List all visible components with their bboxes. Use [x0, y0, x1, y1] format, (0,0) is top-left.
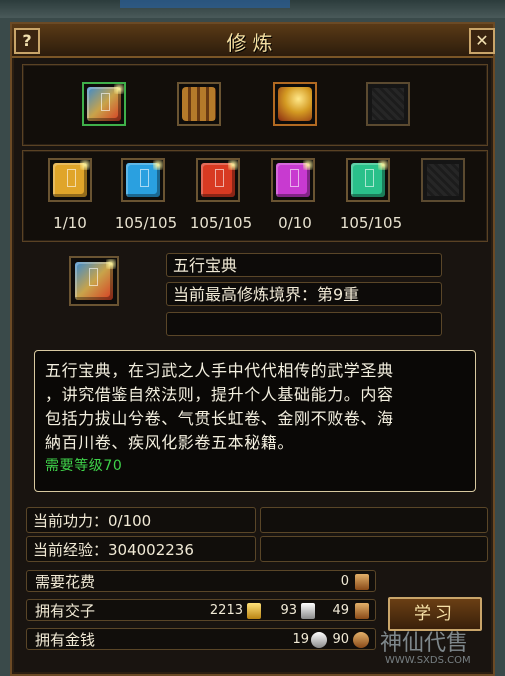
- jiaozi-gold-value: 2213: [209, 603, 243, 618]
- description-line-3: 包括力拔山兮卷、气贯长虹卷、金刚不败卷、海: [45, 409, 394, 428]
- category-slot-3[interactable]: [273, 82, 317, 126]
- skill-count-2: 105/105: [114, 214, 178, 232]
- cost-value: 0: [340, 574, 349, 589]
- skill-count-5: 105/105: [339, 214, 403, 232]
- skill-name-field: 五行宝典: [166, 253, 442, 277]
- current-exp: 当前经验：304002236: [26, 536, 256, 562]
- selected-skill-slot: [69, 256, 119, 306]
- copper-ingot-icon: [355, 603, 369, 619]
- red-book-icon: [201, 160, 238, 197]
- watermark-url: WWW.SXDS.COM: [385, 655, 471, 666]
- level-requirement: 需要等级70: [45, 458, 123, 474]
- cost-label: 需要花费: [35, 573, 96, 591]
- purple-book-icon: [276, 160, 313, 197]
- copper-coin-icon: [353, 632, 369, 648]
- current-power: 当前功力：0/100: [26, 507, 256, 533]
- category-slot-1[interactable]: [82, 82, 126, 126]
- money-silver-value: 90: [332, 632, 349, 647]
- close-button[interactable]: ✕: [469, 28, 495, 54]
- treasure-chest-icon: [278, 87, 312, 121]
- money-label: 拥有金钱: [35, 631, 96, 649]
- title-bar[interactable]: 修炼: [12, 24, 493, 58]
- skill-count-4: 0/10: [278, 214, 312, 232]
- description-line-1: 五行宝典，在习武之人手中代代相传的武学圣典: [45, 361, 394, 380]
- skill-slot-3[interactable]: [196, 158, 240, 202]
- description-line-4: 納百川卷、疾风化影卷五本秘籍。: [45, 433, 295, 452]
- green-book-icon: [351, 160, 388, 197]
- category-slot-empty[interactable]: [366, 82, 410, 126]
- scroll-bundle-icon: [182, 87, 216, 121]
- help-button[interactable]: ?: [14, 28, 40, 54]
- skill-slot-4[interactable]: [271, 158, 315, 202]
- skill-count-3: 105/105: [189, 214, 253, 232]
- yellow-book-icon: [53, 160, 90, 197]
- book-bundle-icon: [75, 259, 116, 300]
- skill-slot-1[interactable]: [48, 158, 92, 202]
- blue-book-icon: [126, 160, 163, 197]
- watermark-brand: 神仙代售: [380, 631, 469, 656]
- category-slot-2[interactable]: [177, 82, 221, 126]
- money-gold-value: 19: [292, 632, 309, 647]
- skill-extra-field: [166, 312, 442, 336]
- money-row: 拥有金钱 19 90: [26, 628, 376, 650]
- skill-slot-5[interactable]: [346, 158, 390, 202]
- jiaozi-label: 拥有交子: [35, 602, 96, 620]
- window-title: 修炼: [226, 31, 279, 55]
- power-spare-field: [260, 507, 488, 533]
- copper-ingot-icon: [355, 574, 369, 590]
- background-strip: [0, 0, 505, 18]
- jiaozi-row: 拥有交子 2213 93 49: [26, 599, 376, 621]
- gold-ingot-icon: [247, 603, 261, 619]
- description-line-2: ，讲究借鉴自然法则，提升个人基础能力。内容: [45, 385, 394, 404]
- skill-slot-empty[interactable]: [421, 158, 465, 202]
- skill-realm-field: 当前最高修炼境界：第9重: [166, 282, 442, 306]
- jiaozi-silver-value: 93: [280, 603, 297, 618]
- skill-description: 五行宝典，在习武之人手中代代相传的武学圣典 ，讲究借鉴自然法则，提升个人基础能力…: [34, 350, 476, 492]
- exp-spare-field: [260, 536, 488, 562]
- silver-coin-icon: [311, 632, 327, 648]
- book-bundle-icon: [87, 84, 124, 121]
- skill-count-1: 1/10: [53, 214, 87, 232]
- cost-row: 需要花费 0: [26, 570, 376, 592]
- silver-ingot-icon: [301, 603, 315, 619]
- background-decoration: [120, 0, 290, 8]
- jiaozi-copper-value: 49: [332, 603, 349, 618]
- skill-slot-2[interactable]: [121, 158, 165, 202]
